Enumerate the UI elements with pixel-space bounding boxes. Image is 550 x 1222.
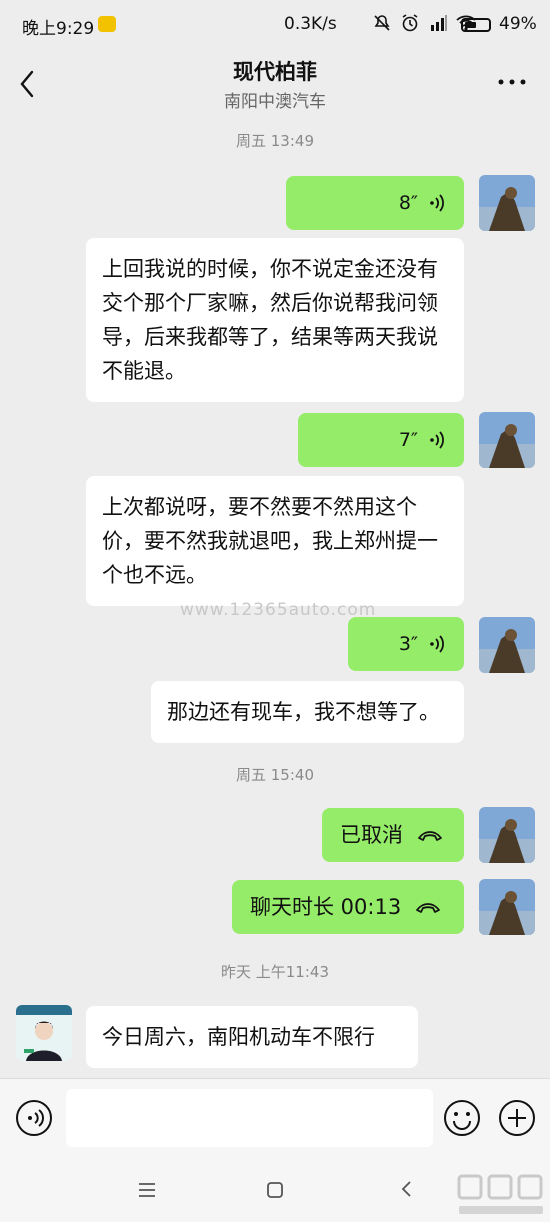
battery-text: 49% <box>499 14 537 34</box>
battery-fill <box>465 22 476 28</box>
call-duration-bubble[interactable]: 聊天时长 00:13 <box>232 880 464 934</box>
status-bar: 晚上9:29 0.3K/s 49% <box>0 0 550 50</box>
call-status-text: 已取消 <box>340 823 403 847</box>
voice-message-bubble[interactable]: 7″ <box>298 413 464 467</box>
plus-icon[interactable] <box>498 1099 536 1137</box>
voice-duration: 3″ <box>398 633 418 655</box>
my-avatar[interactable] <box>479 807 535 863</box>
app-notification-icon <box>98 16 116 32</box>
incoming-text-message: 今日周六，南阳机动车不限行 <box>86 1006 418 1068</box>
voice-wave-icon <box>430 431 444 449</box>
voice-wave-icon <box>430 635 444 653</box>
battery-icon <box>461 18 491 32</box>
my-avatar[interactable] <box>479 412 535 468</box>
phone-hangup-icon <box>416 903 441 913</box>
phone-hangup-icon <box>418 831 442 841</box>
watermark: www.12365auto.com <box>180 600 377 620</box>
message-input-bar <box>0 1078 550 1159</box>
message-timestamp: 昨天 上午11:43 <box>221 963 329 981</box>
chat-title: 现代柏菲 <box>233 60 317 84</box>
voice-input-icon[interactable] <box>15 1099 53 1137</box>
my-avatar[interactable] <box>479 175 535 231</box>
contact-avatar[interactable] <box>16 1005 72 1061</box>
more-options-icon[interactable] <box>496 72 528 92</box>
site-logo <box>457 1174 543 1214</box>
nav-back-icon[interactable] <box>396 1178 418 1200</box>
chat-header: 现代柏菲 南阳中澳汽车 <box>0 50 550 116</box>
voice-duration: 7″ <box>398 429 418 451</box>
incoming-text-message: 那边还有现车，我不想等了。 <box>151 681 464 743</box>
incoming-text-message: 上回我说的时候，你不说定金还没有交个那个厂家嘛，然后你说帮我问领导，后来我都等了… <box>86 238 464 402</box>
voice-wave-icon <box>430 194 444 212</box>
mute-icon <box>374 15 390 31</box>
hd-signal-icon <box>431 15 447 31</box>
voice-duration: 8″ <box>398 192 418 214</box>
alarm-icon <box>402 14 418 32</box>
voice-message-bubble[interactable]: 3″ <box>348 617 464 671</box>
emoji-icon[interactable] <box>443 1099 481 1137</box>
incoming-text-message: 上次都说呀，要不然要不然用这个价，要不然我就退吧，我上郑州提一个也不远。 <box>86 476 464 606</box>
my-avatar[interactable] <box>479 879 535 935</box>
status-time: 晚上9:29 <box>22 19 95 39</box>
call-duration-text: 聊天时长 00:13 <box>250 895 402 919</box>
message-input[interactable] <box>66 1089 433 1147</box>
home-icon[interactable] <box>264 1180 286 1200</box>
my-avatar[interactable] <box>479 617 535 673</box>
voice-message-bubble[interactable]: 8″ <box>286 176 464 230</box>
message-timestamp: 周五 15:40 <box>236 766 314 784</box>
menu-icon[interactable] <box>136 1180 158 1200</box>
network-speed: 0.3K/s <box>284 14 337 34</box>
message-timestamp: 周五 13:49 <box>236 132 314 150</box>
chat-subtitle: 南阳中澳汽车 <box>224 92 326 112</box>
call-cancelled-bubble[interactable]: 已取消 <box>322 808 464 862</box>
